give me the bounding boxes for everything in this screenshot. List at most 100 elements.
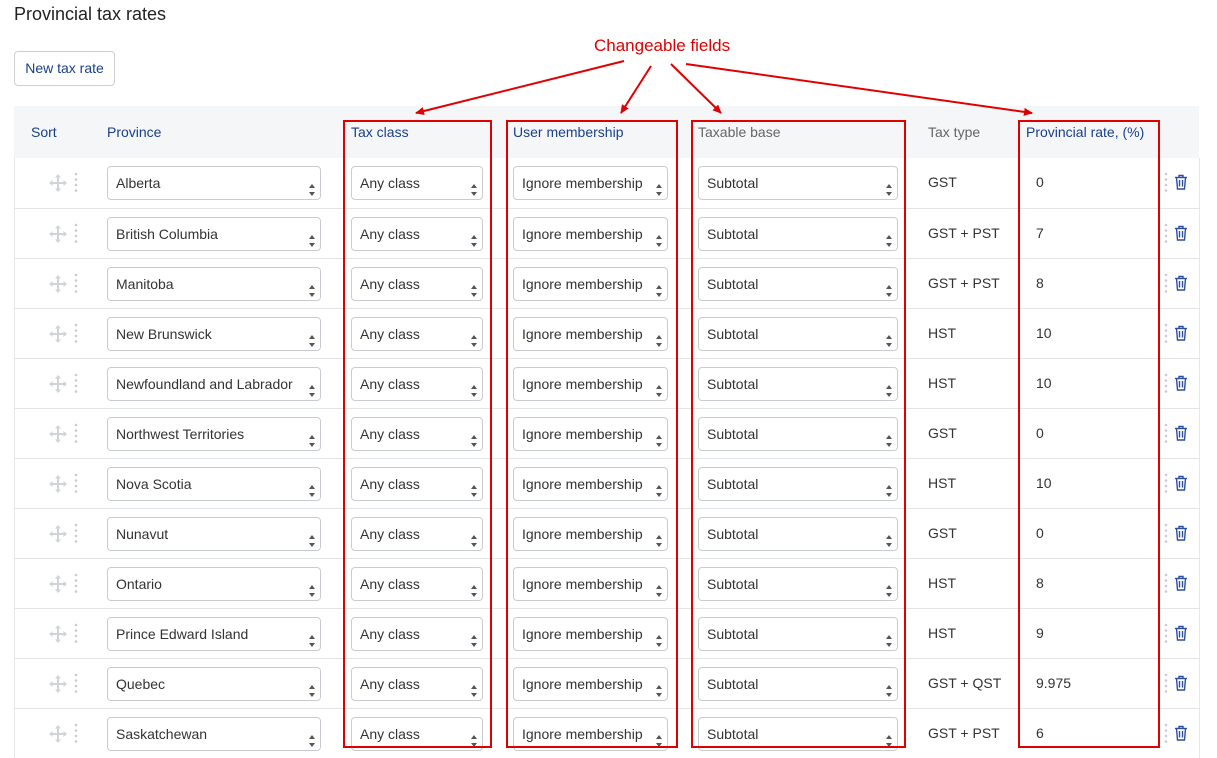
tax-class-select[interactable]: Any class xyxy=(351,667,483,701)
column-header-province[interactable]: Province xyxy=(107,124,161,140)
provincial-rate-value[interactable]: 9.975 xyxy=(1036,675,1071,691)
provincial-rate-value[interactable]: 10 xyxy=(1036,325,1052,341)
drag-move-icon[interactable] xyxy=(49,725,67,743)
province-select[interactable]: Saskatchewan xyxy=(107,717,321,751)
user-membership-select[interactable]: Ignore membership xyxy=(513,367,668,401)
trash-icon[interactable] xyxy=(1174,225,1188,241)
vertical-dots-icon[interactable] xyxy=(1164,273,1168,295)
vertical-dots-icon[interactable] xyxy=(1164,323,1168,345)
province-select[interactable]: British Columbia xyxy=(107,217,321,251)
trash-icon[interactable] xyxy=(1174,525,1188,541)
trash-icon[interactable] xyxy=(1174,325,1188,341)
vertical-dots-icon[interactable] xyxy=(1164,473,1168,495)
trash-icon[interactable] xyxy=(1174,575,1188,591)
taxable-base-select[interactable]: Subtotal xyxy=(698,717,898,751)
trash-icon[interactable] xyxy=(1174,275,1188,291)
tax-class-select[interactable]: Any class xyxy=(351,467,483,501)
vertical-dots-icon[interactable] xyxy=(74,573,78,595)
user-membership-select[interactable]: Ignore membership xyxy=(513,417,668,451)
provincial-rate-value[interactable]: 8 xyxy=(1036,275,1044,291)
vertical-dots-icon[interactable] xyxy=(1164,423,1168,445)
vertical-dots-icon[interactable] xyxy=(1164,172,1168,194)
vertical-dots-icon[interactable] xyxy=(74,473,78,495)
taxable-base-select[interactable]: Subtotal xyxy=(698,166,898,200)
column-header-provincial-rate[interactable]: Provincial rate, (%) xyxy=(1026,124,1144,140)
vertical-dots-icon[interactable] xyxy=(1164,223,1168,245)
vertical-dots-icon[interactable] xyxy=(74,172,78,194)
province-select[interactable]: Nunavut xyxy=(107,517,321,551)
vertical-dots-icon[interactable] xyxy=(74,523,78,545)
column-header-user-membership[interactable]: User membership xyxy=(513,124,623,140)
vertical-dots-icon[interactable] xyxy=(74,223,78,245)
province-select[interactable]: Newfoundland and Labrador xyxy=(107,367,321,401)
drag-move-icon[interactable] xyxy=(49,174,67,192)
drag-move-icon[interactable] xyxy=(49,325,67,343)
vertical-dots-icon[interactable] xyxy=(74,423,78,445)
province-select[interactable]: New Brunswick xyxy=(107,317,321,351)
user-membership-select[interactable]: Ignore membership xyxy=(513,567,668,601)
drag-move-icon[interactable] xyxy=(49,225,67,243)
tax-class-select[interactable]: Any class xyxy=(351,217,483,251)
user-membership-select[interactable]: Ignore membership xyxy=(513,317,668,351)
province-select[interactable]: Prince Edward Island xyxy=(107,617,321,651)
drag-move-icon[interactable] xyxy=(49,275,67,293)
taxable-base-select[interactable]: Subtotal xyxy=(698,317,898,351)
province-select[interactable]: Quebec xyxy=(107,667,321,701)
taxable-base-select[interactable]: Subtotal xyxy=(698,367,898,401)
vertical-dots-icon[interactable] xyxy=(1164,673,1168,695)
column-header-tax-class[interactable]: Tax class xyxy=(351,124,409,140)
drag-move-icon[interactable] xyxy=(49,425,67,443)
tax-class-select[interactable]: Any class xyxy=(351,417,483,451)
trash-icon[interactable] xyxy=(1174,375,1188,391)
taxable-base-select[interactable]: Subtotal xyxy=(698,567,898,601)
provincial-rate-value[interactable]: 6 xyxy=(1036,725,1044,741)
vertical-dots-icon[interactable] xyxy=(1164,723,1168,745)
provincial-rate-value[interactable]: 0 xyxy=(1036,525,1044,541)
trash-icon[interactable] xyxy=(1174,675,1188,691)
provincial-rate-value[interactable]: 10 xyxy=(1036,375,1052,391)
vertical-dots-icon[interactable] xyxy=(74,673,78,695)
user-membership-select[interactable]: Ignore membership xyxy=(513,617,668,651)
user-membership-select[interactable]: Ignore membership xyxy=(513,517,668,551)
taxable-base-select[interactable]: Subtotal xyxy=(698,217,898,251)
taxable-base-select[interactable]: Subtotal xyxy=(698,417,898,451)
vertical-dots-icon[interactable] xyxy=(1164,623,1168,645)
drag-move-icon[interactable] xyxy=(49,575,67,593)
user-membership-select[interactable]: Ignore membership xyxy=(513,217,668,251)
provincial-rate-value[interactable]: 0 xyxy=(1036,174,1044,190)
trash-icon[interactable] xyxy=(1174,174,1188,190)
taxable-base-select[interactable]: Subtotal xyxy=(698,467,898,501)
province-select[interactable]: Alberta xyxy=(107,166,321,200)
vertical-dots-icon[interactable] xyxy=(74,323,78,345)
user-membership-select[interactable]: Ignore membership xyxy=(513,166,668,200)
provincial-rate-value[interactable]: 8 xyxy=(1036,575,1044,591)
taxable-base-select[interactable]: Subtotal xyxy=(698,267,898,301)
column-header-sort[interactable]: Sort xyxy=(31,124,57,140)
trash-icon[interactable] xyxy=(1174,475,1188,491)
province-select[interactable]: Nova Scotia xyxy=(107,467,321,501)
province-select[interactable]: Ontario xyxy=(107,567,321,601)
drag-move-icon[interactable] xyxy=(49,625,67,643)
trash-icon[interactable] xyxy=(1174,425,1188,441)
tax-class-select[interactable]: Any class xyxy=(351,517,483,551)
tax-class-select[interactable]: Any class xyxy=(351,166,483,200)
user-membership-select[interactable]: Ignore membership xyxy=(513,467,668,501)
trash-icon[interactable] xyxy=(1174,725,1188,741)
drag-move-icon[interactable] xyxy=(49,675,67,693)
provincial-rate-value[interactable]: 7 xyxy=(1036,225,1044,241)
trash-icon[interactable] xyxy=(1174,625,1188,641)
user-membership-select[interactable]: Ignore membership xyxy=(513,267,668,301)
taxable-base-select[interactable]: Subtotal xyxy=(698,617,898,651)
vertical-dots-icon[interactable] xyxy=(1164,523,1168,545)
tax-class-select[interactable]: Any class xyxy=(351,267,483,301)
provincial-rate-value[interactable]: 0 xyxy=(1036,425,1044,441)
tax-class-select[interactable]: Any class xyxy=(351,717,483,751)
user-membership-select[interactable]: Ignore membership xyxy=(513,667,668,701)
provincial-rate-value[interactable]: 9 xyxy=(1036,625,1044,641)
drag-move-icon[interactable] xyxy=(49,375,67,393)
taxable-base-select[interactable]: Subtotal xyxy=(698,667,898,701)
provincial-rate-value[interactable]: 10 xyxy=(1036,475,1052,491)
vertical-dots-icon[interactable] xyxy=(1164,373,1168,395)
province-select[interactable]: Manitoba xyxy=(107,267,321,301)
tax-class-select[interactable]: Any class xyxy=(351,317,483,351)
